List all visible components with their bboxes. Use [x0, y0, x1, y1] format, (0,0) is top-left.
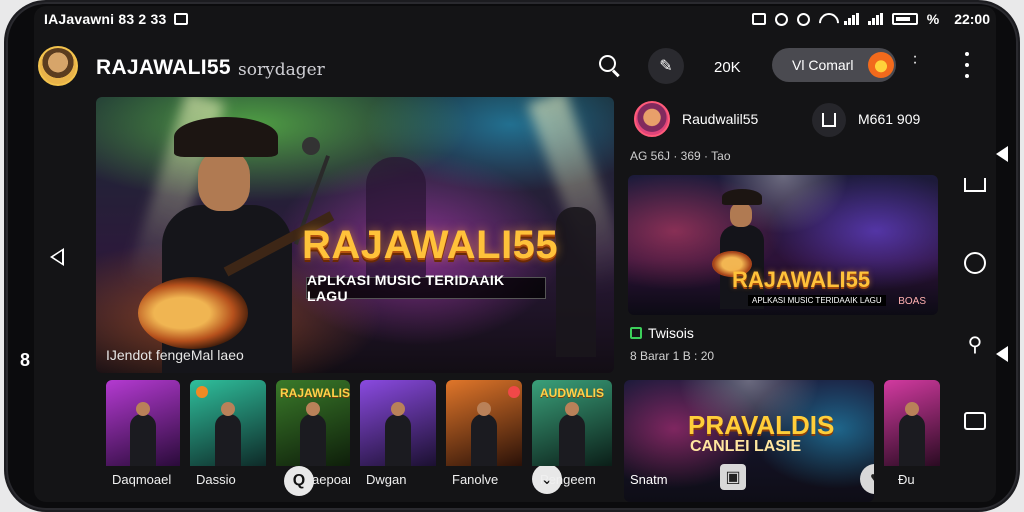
alarm-icon — [774, 12, 788, 26]
search-icon[interactable]: Q — [284, 466, 314, 496]
notification-icon — [174, 13, 189, 25]
tile-label: Dwgan — [366, 472, 407, 487]
tile-art-text: RAJAWALIS — [280, 386, 350, 400]
list-item[interactable]: Ðu — [884, 380, 940, 502]
side-button-label: 8 — [20, 350, 31, 370]
tile-label: Daqmoael — [112, 472, 172, 487]
tile-art-text: AUDWALIS — [540, 386, 604, 400]
tile-label: Fanolve — [452, 472, 499, 487]
content-row: Daqmoael Dassio RAJAWALIS aepoan Q Dwgan — [106, 380, 946, 502]
hero-caption: IJendot fengeMal laeo — [106, 347, 244, 363]
more-vert-icon[interactable] — [964, 52, 970, 78]
status-bar: IAJavawni 83 2 33 % 22:00 — [34, 6, 996, 32]
band-member-silhouette — [556, 207, 596, 357]
badge-icon — [508, 386, 520, 398]
app-subtitle: sorydager — [238, 60, 325, 80]
featured-tile-title: PRAVALDIS — [688, 410, 835, 440]
signal-icon — [843, 13, 859, 25]
video-time: 8 Barar 1 B : 20 — [630, 349, 715, 363]
side-panel: Raudwalil55 M661 909 AG 56J · 369 · Tao … — [626, 97, 946, 373]
list-item[interactable]: Daqmoael — [106, 380, 180, 502]
profile-avatar[interactable] — [38, 46, 78, 86]
tile-label: aepoan — [312, 472, 350, 487]
chevron-updown-icon[interactable]: · · — [910, 49, 920, 71]
device-frame: IAJavawni 83 2 33 % 22:00 RAJAWALI55 sor… — [6, 2, 1018, 510]
clock-icon — [796, 12, 810, 26]
search-icon[interactable] — [598, 54, 622, 78]
tile-label: Pengeem — [540, 472, 596, 487]
status-carrier: IAJavawni 83 2 33 — [44, 11, 167, 27]
app-screen: IAJavawni 83 2 33 % 22:00 RAJAWALI55 sor… — [34, 6, 996, 502]
cube-icon[interactable]: ▣ — [720, 464, 746, 490]
comment-button[interactable]: Vl Comarl — [772, 48, 896, 82]
signal-icon-2 — [867, 13, 883, 25]
wifi-icon — [819, 13, 835, 25]
tile-figure — [559, 402, 585, 466]
back-arrow-icon[interactable] — [50, 248, 64, 266]
channel-stat: M661 909 — [858, 111, 921, 127]
sim-icon — [751, 13, 766, 25]
thumb-subtitle: APLKASI MUSIC TERIDAAIK LAGU — [748, 295, 886, 306]
flame-icon — [868, 52, 894, 78]
tile-figure — [215, 402, 241, 466]
right-nav-rail: ⚲ — [964, 156, 996, 456]
pen-icon[interactable]: ✎ — [648, 48, 684, 84]
video-category[interactable]: Twisois — [630, 325, 694, 341]
heart-icon[interactable]: ♥ — [860, 464, 874, 494]
list-item[interactable]: Fanolve — [446, 380, 522, 502]
channel-meta: AG 56J · 369 · Tao — [630, 149, 731, 163]
status-left: IAJavawni 83 2 33 — [44, 11, 189, 27]
list-item[interactable]: AUDWALIS Pengeem — [532, 380, 612, 502]
channel-avatar[interactable] — [634, 101, 670, 137]
list-item[interactable]: Dassio — [190, 380, 266, 502]
follower-count: 20K — [714, 59, 741, 76]
tile-figure — [300, 402, 326, 466]
side-arrow-icon[interactable] — [996, 346, 1008, 362]
hero-tagline: APLKASI MUSIC TERIDAAIK LAGU — [306, 272, 546, 304]
status-time: 22:00 — [954, 11, 990, 27]
category-label: Twisois — [648, 325, 694, 341]
featured-tile[interactable]: PRAVALDIS CANLEI LASIE Snatm ▣ ♥ — [624, 380, 874, 502]
tile-figure — [471, 402, 497, 466]
hero-title: RAJAWALI55 — [302, 223, 559, 267]
tile-figure — [899, 402, 925, 466]
battery-percent: % — [926, 11, 940, 27]
featured-tile-subtitle: CANLEI LASIE — [690, 438, 802, 455]
channel-name[interactable]: Raudwalil55 — [682, 111, 758, 127]
chat-bubble-icon[interactable] — [964, 252, 986, 274]
tile-label: Dassio — [196, 472, 236, 487]
tile-label: Ðu — [898, 472, 915, 487]
thumb-title: RAJAWALI55 — [732, 267, 871, 292]
status-right: % 22:00 — [751, 11, 990, 27]
app-header: RAJAWALI55 sorydager ✎ 20K Vl Comarl · · — [34, 42, 996, 94]
comment-button-label: Vl Comarl — [792, 57, 854, 73]
featured-tile-label: Snatm — [630, 472, 668, 487]
app-brand: RAJAWALI55 — [96, 56, 231, 79]
list-item[interactable]: Dwgan — [360, 380, 436, 502]
link-icon[interactable]: ⚲ — [964, 334, 986, 356]
featured-video-thumbnail[interactable]: RAJAWALI55 APLKASI MUSIC TERIDAAIK LAGU … — [628, 175, 938, 315]
side-arrow-icon[interactable] — [996, 146, 1008, 162]
hero-banner[interactable]: RAJAWALI55 APLKASI MUSIC TERIDAAIK LAGU … — [96, 97, 614, 373]
tile-figure — [385, 402, 411, 466]
message-icon[interactable] — [964, 412, 986, 430]
category-icon — [630, 327, 642, 339]
badge-icon — [196, 386, 208, 398]
hero-guitarist — [126, 117, 335, 373]
thumb-corner-text: BOAS — [898, 296, 926, 307]
share-icon[interactable] — [812, 103, 846, 137]
battery-icon — [891, 13, 918, 25]
home-icon[interactable] — [964, 178, 986, 192]
tile-figure — [130, 402, 156, 466]
